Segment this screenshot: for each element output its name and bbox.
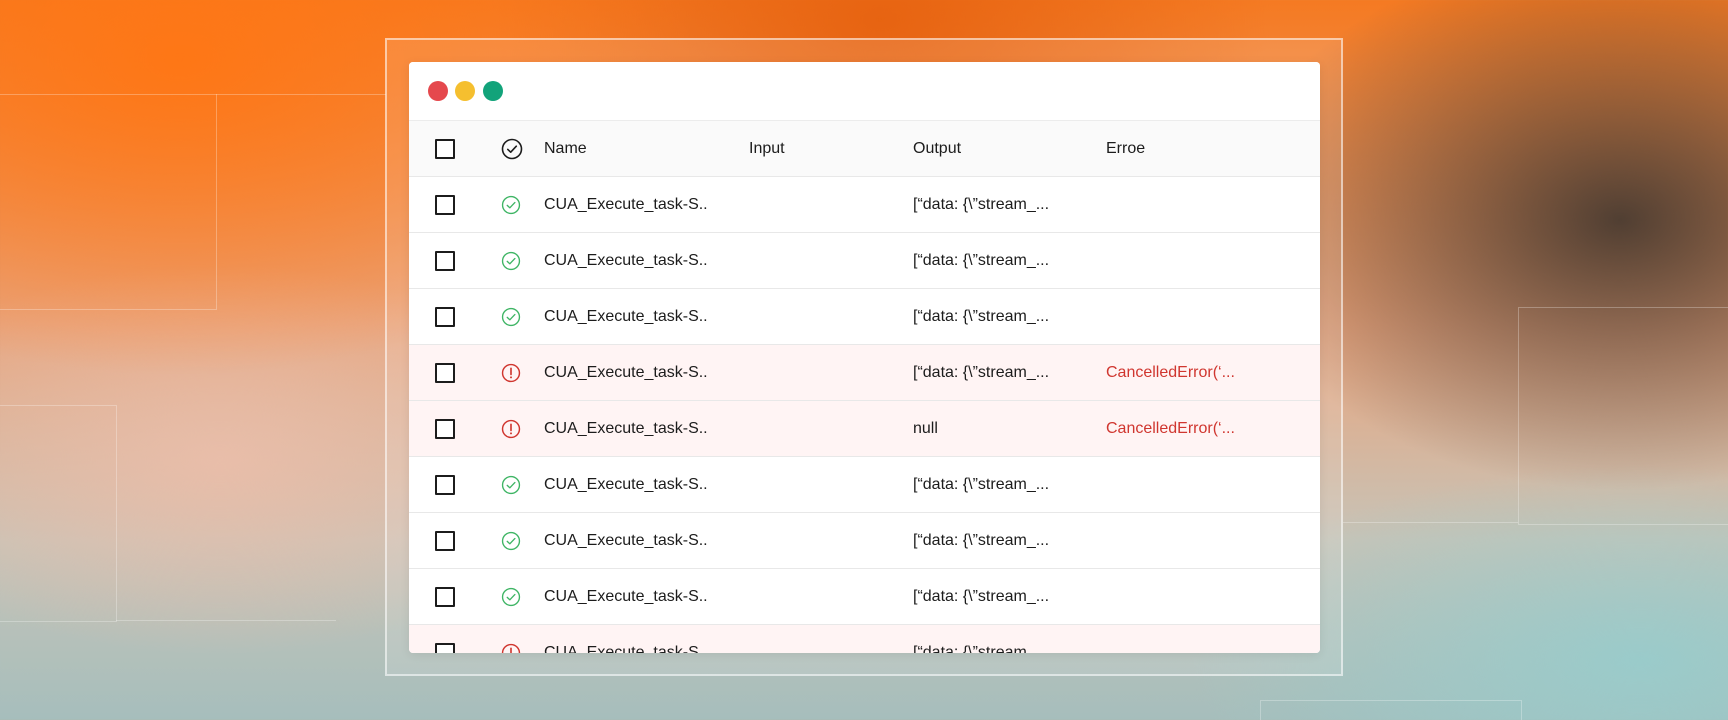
row-error bbox=[1106, 457, 1256, 512]
table-row[interactable]: CUA_Execute_task-S.. [“data: {\”stream_..… bbox=[409, 569, 1320, 625]
row-output: [“data: {\”stream_... bbox=[913, 195, 1050, 213]
row-name[interactable]: CUA_Execute_task-S.. bbox=[544, 625, 714, 654]
table-row[interactable]: CUA_Execute_task-S.. [“data: {\”stream_..… bbox=[409, 289, 1320, 345]
table-row[interactable]: CUA_Execute_task-S.. [“data: {\”stream_..… bbox=[409, 625, 1320, 653]
row-input bbox=[749, 289, 889, 344]
title-bar bbox=[409, 62, 1320, 121]
success-check-icon bbox=[501, 531, 521, 550]
row-output: [“data: {\”stream_... bbox=[913, 643, 1050, 654]
row-error bbox=[1106, 625, 1256, 653]
table-row[interactable]: CUA_Execute_task-S.. [“data: {\”stream_..… bbox=[409, 457, 1320, 513]
row-output: [“data: {\”stream_... bbox=[913, 587, 1050, 605]
table-row[interactable]: CUA_Execute_task-S.. [“data: {\”stream_..… bbox=[409, 177, 1320, 233]
row-name[interactable]: CUA_Execute_task-S.. bbox=[544, 457, 714, 512]
error-alert-icon bbox=[501, 643, 521, 653]
row-name[interactable]: CUA_Execute_task-S.. bbox=[544, 401, 714, 456]
success-check-icon bbox=[501, 475, 521, 494]
background-decoration bbox=[216, 94, 386, 95]
row-checkbox[interactable] bbox=[435, 306, 455, 327]
app-window: Name Input Output Erroe CUA_Execute_task… bbox=[409, 62, 1320, 653]
row-input bbox=[749, 177, 889, 232]
column-header-error[interactable]: Erroe bbox=[1106, 121, 1256, 176]
table-row[interactable]: CUA_Execute_task-S.. [“data: {\”stream_..… bbox=[409, 513, 1320, 569]
row-status bbox=[501, 513, 525, 568]
background-decoration bbox=[1518, 307, 1728, 525]
error-alert-icon bbox=[501, 363, 521, 382]
row-status bbox=[501, 625, 525, 653]
row-input bbox=[749, 233, 889, 288]
column-header-input[interactable]: Input bbox=[749, 121, 889, 176]
row-error: CancelledError(‘... bbox=[1106, 363, 1235, 381]
background-decoration bbox=[1343, 522, 1518, 523]
row-output: [“data: {\”stream_... bbox=[913, 307, 1050, 325]
table-row[interactable]: CUA_Execute_task-S.. [“data: {\”stream_..… bbox=[409, 233, 1320, 289]
row-checkbox[interactable] bbox=[435, 530, 455, 551]
row-name[interactable]: CUA_Execute_task-S.. bbox=[544, 345, 714, 400]
background-decoration bbox=[1260, 700, 1522, 720]
background-decoration bbox=[0, 405, 117, 622]
row-error bbox=[1106, 177, 1256, 232]
select-all-checkbox[interactable] bbox=[435, 138, 455, 159]
background-decoration bbox=[0, 94, 217, 310]
error-alert-icon bbox=[501, 419, 521, 438]
row-error bbox=[1106, 513, 1256, 568]
row-input bbox=[749, 401, 889, 456]
row-status bbox=[501, 289, 525, 344]
row-checkbox[interactable] bbox=[435, 362, 455, 383]
row-name[interactable]: CUA_Execute_task-S.. bbox=[544, 569, 714, 624]
success-check-icon bbox=[501, 251, 521, 270]
row-name[interactable]: CUA_Execute_task-S.. bbox=[544, 513, 714, 568]
row-output: [“data: {\”stream_... bbox=[913, 251, 1050, 269]
row-input bbox=[749, 569, 889, 624]
table-header: Name Input Output Erroe bbox=[409, 121, 1320, 177]
success-check-icon bbox=[501, 307, 521, 326]
table-row[interactable]: CUA_Execute_task-S.. null CancelledError(‘… bbox=[409, 401, 1320, 457]
row-input bbox=[749, 625, 889, 653]
row-status bbox=[501, 233, 525, 288]
row-error bbox=[1106, 289, 1256, 344]
row-checkbox[interactable] bbox=[435, 418, 455, 439]
success-check-icon bbox=[501, 587, 521, 606]
maximize-window-button[interactable] bbox=[483, 81, 503, 101]
row-status bbox=[501, 177, 525, 232]
row-output: [“data: {\”stream_... bbox=[913, 363, 1050, 381]
minimize-window-button[interactable] bbox=[455, 81, 475, 101]
column-header-output[interactable]: Output bbox=[913, 121, 1063, 176]
row-name[interactable]: CUA_Execute_task-S.. bbox=[544, 289, 714, 344]
row-output: [“data: {\”stream_... bbox=[913, 531, 1050, 549]
background-decoration bbox=[116, 620, 336, 621]
close-window-button[interactable] bbox=[428, 81, 448, 101]
row-status bbox=[501, 401, 525, 456]
row-input bbox=[749, 345, 889, 400]
success-check-icon bbox=[501, 195, 521, 214]
status-column-header bbox=[501, 121, 525, 176]
row-checkbox[interactable] bbox=[435, 194, 455, 215]
row-checkbox[interactable] bbox=[435, 474, 455, 495]
column-header-name[interactable]: Name bbox=[544, 121, 714, 176]
table-body: CUA_Execute_task-S.. [“data: {\”stream_..… bbox=[409, 177, 1320, 653]
row-name[interactable]: CUA_Execute_task-S.. bbox=[544, 177, 714, 232]
row-output: [“data: {\”stream_... bbox=[913, 475, 1050, 493]
check-circle-icon bbox=[501, 138, 523, 159]
row-status bbox=[501, 345, 525, 400]
row-checkbox[interactable] bbox=[435, 642, 455, 653]
row-input bbox=[749, 457, 889, 512]
row-checkbox[interactable] bbox=[435, 586, 455, 607]
row-name[interactable]: CUA_Execute_task-S.. bbox=[544, 233, 714, 288]
table-row[interactable]: CUA_Execute_task-S.. [“data: {\”stream_..… bbox=[409, 345, 1320, 401]
row-output: null bbox=[913, 419, 938, 437]
row-status bbox=[501, 569, 525, 624]
row-checkbox[interactable] bbox=[435, 250, 455, 271]
row-error bbox=[1106, 569, 1256, 624]
row-error: CancelledError(‘... bbox=[1106, 419, 1235, 437]
row-status bbox=[501, 457, 525, 512]
row-input bbox=[749, 513, 889, 568]
row-error bbox=[1106, 233, 1256, 288]
